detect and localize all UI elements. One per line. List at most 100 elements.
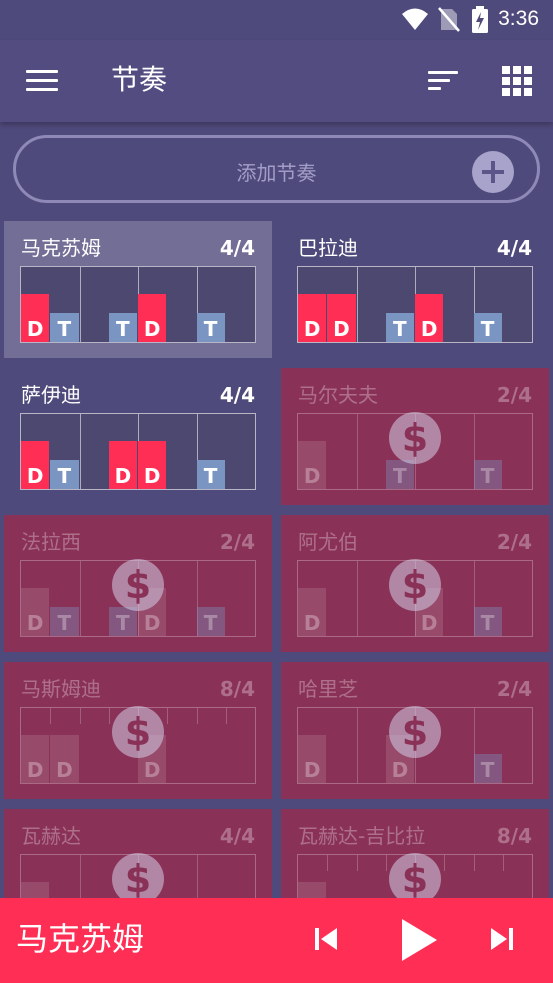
dum-step: D <box>21 294 50 342</box>
step-label: D <box>391 758 409 782</box>
tek-step: T <box>108 607 137 636</box>
dum-step: D <box>327 294 356 342</box>
rhythm-name: 马克苏姆 <box>21 236 101 260</box>
plus-circle-icon <box>472 151 514 193</box>
beat-divider <box>356 414 358 489</box>
step-label: D <box>303 758 321 782</box>
rhythm-pattern: DDTDT <box>297 266 533 343</box>
status-time: 3:36 <box>498 7 539 30</box>
beat-divider <box>502 855 504 871</box>
rhythm-card[interactable]: 哈里芝 2/4 D D T $ <box>281 662 549 799</box>
no-sim-icon <box>438 7 460 32</box>
rhythm-card[interactable]: 阿尤伯 2/4 D D T $ <box>281 515 549 652</box>
beat-divider <box>356 855 358 871</box>
status-bar: 3:36 <box>0 0 553 40</box>
time-signature: 2/4 <box>496 383 532 407</box>
step-label: T <box>57 464 72 488</box>
skip-previous-icon[interactable] <box>312 925 340 953</box>
step-label: D <box>26 317 44 341</box>
beat-divider <box>50 708 52 724</box>
dum-step: D <box>138 441 167 489</box>
rhythm-name: 马尔夫夫 <box>298 383 378 407</box>
play-icon[interactable] <box>399 917 439 963</box>
sort-icon[interactable] <box>428 67 460 95</box>
step-label: T <box>480 611 495 635</box>
dum-step: D <box>21 441 50 489</box>
beat-divider <box>356 561 358 636</box>
step-label: T <box>57 611 72 635</box>
step-label: D <box>143 611 161 635</box>
rhythm-name: 马斯姆迪 <box>21 677 101 701</box>
dum-step: D <box>21 735 50 783</box>
rhythm-pattern: DTTDT <box>20 266 256 343</box>
rhythm-name: 哈里芝 <box>298 677 358 701</box>
step-label: T <box>203 611 218 635</box>
step-label: D <box>303 317 321 341</box>
rhythm-card[interactable]: 萨伊迪 4/4 D T D D T <box>4 368 272 505</box>
time-signature: 8/4 <box>496 824 532 848</box>
tek-step: T <box>196 313 225 342</box>
tek-step: T <box>385 313 414 342</box>
beat-divider <box>79 561 81 636</box>
hamburger-menu-icon[interactable] <box>26 67 58 95</box>
time-signature: 4/4 <box>219 383 255 407</box>
rhythm-card[interactable]: 巴拉迪 4/4 D D T D T <box>281 221 549 358</box>
battery-charging-icon <box>472 6 488 33</box>
grid-view-icon[interactable] <box>502 66 532 96</box>
step-label: D <box>26 611 44 635</box>
step-label: T <box>57 317 72 341</box>
tek-step: T <box>50 313 79 342</box>
rhythm-name: 法拉西 <box>21 530 81 554</box>
step-label: D <box>303 611 321 635</box>
rhythm-card[interactable]: 马斯姆迪 8/4 D D D $ <box>4 662 272 799</box>
dum-step: D <box>50 735 79 783</box>
tek-step: T <box>50 460 79 489</box>
dum-step: D <box>108 441 137 489</box>
wifi-icon <box>402 8 428 30</box>
step-label: T <box>480 758 495 782</box>
dum-step: D <box>21 588 50 636</box>
add-rhythm-button[interactable]: 添加节奏 <box>13 135 540 203</box>
beat-divider <box>473 855 475 871</box>
tek-step: T <box>50 607 79 636</box>
time-signature: 4/4 <box>219 236 255 260</box>
step-label: D <box>303 464 321 488</box>
rhythm-pattern: DTDDT <box>20 413 256 490</box>
dum-step: D <box>298 294 327 342</box>
tek-step: T <box>385 460 414 489</box>
rhythm-card[interactable]: 马尔夫夫 2/4 D T T $ <box>281 368 549 505</box>
step-label: D <box>56 758 73 782</box>
dum-step: D <box>415 294 444 342</box>
rhythm-name: 阿尤伯 <box>298 530 358 554</box>
rhythm-card[interactable]: 法拉西 2/4 D T T D T $ <box>4 515 272 652</box>
tek-step: T <box>473 460 502 489</box>
dum-step: D <box>298 735 327 783</box>
beat-divider <box>356 267 358 342</box>
step-label: D <box>420 317 438 341</box>
beat-divider <box>167 708 169 724</box>
dollar-lock-icon: $ <box>112 559 164 611</box>
time-signature: 2/4 <box>496 530 532 554</box>
step-label: D <box>333 317 350 341</box>
time-signature: 4/4 <box>219 824 255 848</box>
dum-step: D <box>298 441 327 489</box>
step-label: D <box>26 464 44 488</box>
rhythm-card[interactable]: 马克苏姆 4/4 D T T D T <box>4 221 272 358</box>
dollar-lock-icon: $ <box>389 706 441 758</box>
skip-next-icon[interactable] <box>488 925 516 953</box>
beat-divider <box>225 708 227 724</box>
tek-step: T <box>473 754 502 783</box>
beat-divider <box>108 708 110 724</box>
step-label: T <box>203 317 218 341</box>
tek-step: T <box>196 607 225 636</box>
dum-step: D <box>298 588 327 636</box>
beat-divider <box>196 708 198 724</box>
tek-step: T <box>108 313 137 342</box>
beat-divider <box>444 855 446 871</box>
time-signature: 8/4 <box>219 677 255 701</box>
time-signature: 2/4 <box>496 677 532 701</box>
beat-divider <box>385 855 387 871</box>
app-bar: 节奏 <box>0 40 553 122</box>
step-label: T <box>393 464 407 488</box>
rhythm-name: 瓦赫达 <box>21 824 81 848</box>
